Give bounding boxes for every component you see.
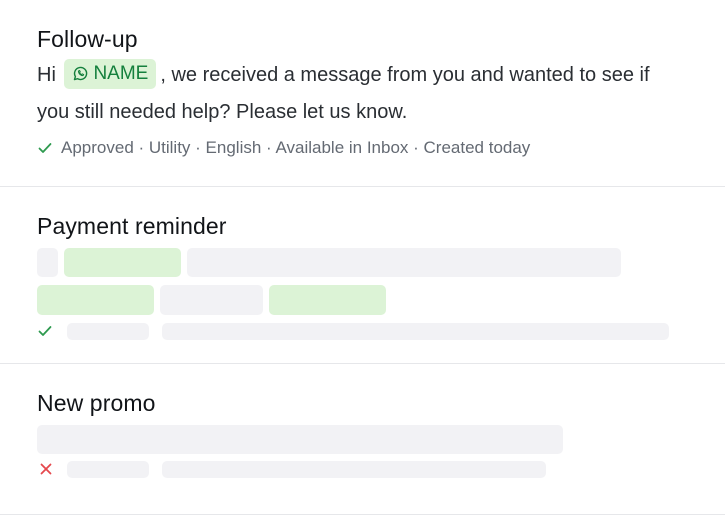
variable-chip: NAME [64, 58, 157, 89]
x-icon [40, 463, 52, 475]
meta-skeleton [162, 461, 546, 478]
whatsapp-icon [74, 66, 88, 81]
variable-label: NAME [93, 63, 149, 85]
template-meta: Approved · Utility · English · Available… [37, 138, 530, 158]
variable-skeleton [37, 285, 154, 315]
template-title: New promo [37, 390, 156, 416]
template-card-payment-reminder[interactable]: Payment reminder [0, 187, 725, 364]
variable-skeleton [64, 248, 181, 277]
check-icon [38, 143, 52, 153]
template-title: Payment reminder [37, 213, 227, 239]
template-list: Follow-up Hi NAME , we received a messag… [0, 0, 725, 516]
meta-skeleton [162, 323, 669, 340]
template-card-new-promo[interactable]: New promo [0, 364, 725, 515]
meta-skeleton [67, 461, 149, 478]
body-skeleton [37, 425, 563, 454]
variable-skeleton [269, 285, 386, 315]
check-icon [38, 326, 52, 336]
body-skeleton [160, 285, 263, 315]
body-prefix: Hi [37, 64, 56, 86]
template-body: Hi NAME , we received a message from you… [37, 57, 687, 131]
body-skeleton [187, 248, 621, 277]
meta-skeleton [67, 323, 149, 340]
template-title: Follow-up [37, 26, 138, 52]
template-card-follow-up[interactable]: Follow-up Hi NAME , we received a messag… [0, 0, 725, 187]
body-skeleton [37, 248, 58, 277]
template-meta-text: Approved · Utility · English · Available… [61, 138, 531, 157]
